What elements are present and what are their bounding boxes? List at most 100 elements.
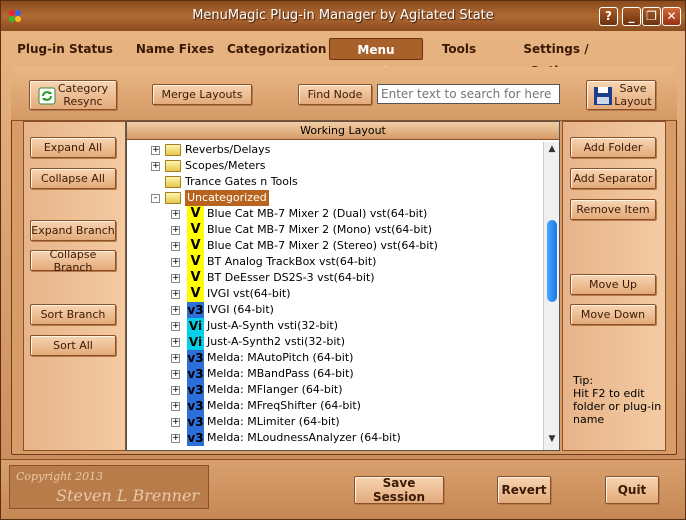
scroll-up-arrow-icon[interactable]: ▲ <box>547 144 557 154</box>
tab-categorization[interactable]: Categorization <box>227 38 326 60</box>
tab-name-fixes[interactable]: Name Fixes <box>133 38 217 60</box>
plugin-format-badge-icon: V <box>187 286 204 302</box>
plugin-format-badge-icon: v3 <box>187 430 204 446</box>
tree-plugin-row[interactable]: + Vi Just-A-Synth vsti(32-bit) <box>127 318 543 334</box>
remove-item-button[interactable]: Remove Item <box>570 199 656 220</box>
tree-plugin-row[interactable]: + V BT DeEsser DS2S-3 vst(64-bit) <box>127 270 543 286</box>
tree-item-label: IVGI (64-bit) <box>207 303 274 316</box>
find-node-button[interactable]: Find Node <box>298 84 372 105</box>
expand-all-button[interactable]: Expand All <box>30 137 116 158</box>
merge-layouts-button[interactable]: Merge Layouts <box>152 84 252 105</box>
tree-plugin-row[interactable]: + V Blue Cat MB-7 Mixer 2 (Mono) vst(64-bi… <box>127 222 543 238</box>
tab-menu-creation[interactable]: Menu Creation <box>329 38 423 79</box>
tree-plugin-row[interactable]: + V Blue Cat MB-7 Mixer 2 (Dual) vst(64-bi… <box>127 206 543 222</box>
tab-settings-options[interactable]: Settings / Options <box>497 38 615 78</box>
tree-scrollbar[interactable]: ▲ ▼ <box>543 142 559 450</box>
sort-branch-button[interactable]: Sort Branch <box>30 304 116 325</box>
tree-item-label: Blue Cat MB-7 Mixer 2 (Stereo) vst(64-bi… <box>207 239 438 252</box>
category-resync-button[interactable]: Category Resync <box>29 80 117 110</box>
save-layout-button[interactable]: Save Layout <box>586 80 656 110</box>
expand-node-icon[interactable]: + <box>171 210 180 219</box>
expand-branch-button[interactable]: Expand Branch <box>30 220 116 241</box>
tree-plugin-row[interactable]: + v3 Melda: MFlanger (64-bit) <box>127 382 543 398</box>
tree-item-label: BT Analog TrackBox vst(64-bit) <box>207 255 377 268</box>
tree-view[interactable]: + Reverbs/Delays + Scopes/Meters Trance Gate… <box>127 142 543 450</box>
tab-tools[interactable]: Tools <box>437 38 481 60</box>
plugin-format-badge-icon: v3 <box>187 366 204 382</box>
category-resync-label-1: Category <box>57 82 109 95</box>
expand-node-icon[interactable]: + <box>171 290 180 299</box>
folder-icon <box>165 176 181 188</box>
expand-node-icon[interactable]: + <box>171 386 180 395</box>
sort-all-button[interactable]: Sort All <box>30 335 116 356</box>
tree-plugin-row[interactable]: + v3 Melda: MAutoPitch (64-bit) <box>127 350 543 366</box>
scrollbar-thumb[interactable] <box>547 220 557 302</box>
window-title: MenuMagic Plug-in Manager by Agitated St… <box>192 8 494 23</box>
tree-plugin-row[interactable]: + V BT Analog TrackBox vst(64-bit) <box>127 254 543 270</box>
close-button[interactable]: ✕ <box>662 7 681 26</box>
expand-node-icon[interactable]: + <box>171 338 180 347</box>
expand-node-icon[interactable]: + <box>171 322 180 331</box>
expand-node-icon[interactable]: + <box>151 146 160 155</box>
help-button[interactable]: ? <box>599 7 618 26</box>
tree-plugin-row[interactable]: + v3 Melda: MLimiter (64-bit) <box>127 414 543 430</box>
folder-icon <box>165 144 181 156</box>
refresh-icon <box>38 87 56 105</box>
save-layout-label-2: Layout <box>614 95 652 108</box>
expand-node-icon[interactable]: + <box>171 370 180 379</box>
tree-item-label: Blue Cat MB-7 Mixer 2 (Mono) vst(64-bit) <box>207 223 433 236</box>
tree-plugin-row[interactable]: + v3 Melda: MBandPass (64-bit) <box>127 366 543 382</box>
quit-button[interactable]: Quit <box>605 476 659 504</box>
tree-item-label: IVGI vst(64-bit) <box>207 287 291 300</box>
tree-folder-row[interactable]: - Uncategorized <box>127 190 543 206</box>
expand-node-icon[interactable]: + <box>171 306 180 315</box>
expand-node-icon[interactable]: + <box>171 354 180 363</box>
tree-item-label: Scopes/Meters <box>185 159 266 172</box>
expand-node-icon[interactable]: + <box>171 242 180 251</box>
save-session-button[interactable]: Save Session <box>354 476 444 504</box>
copyright-author: Steven L Brenner <box>56 486 200 505</box>
scroll-down-arrow-icon[interactable]: ▼ <box>547 434 557 444</box>
move-up-button[interactable]: Move Up <box>570 274 656 295</box>
tree-plugin-row[interactable]: + V Blue Cat MB-7 Mixer 2 (Stereo) vst(64-… <box>127 238 543 254</box>
plugin-format-badge-icon: v3 <box>187 350 204 366</box>
move-down-button[interactable]: Move Down <box>570 304 656 325</box>
tree-item-label: Just-A-Synth2 vsti(32-bit) <box>207 335 345 348</box>
tip-line: Hit F2 to edit <box>573 387 645 400</box>
tree-item-label: Just-A-Synth vsti(32-bit) <box>207 319 338 332</box>
tip-line: name <box>573 413 605 426</box>
expand-node-icon[interactable]: + <box>171 418 180 427</box>
expand-node-icon[interactable]: + <box>171 274 180 283</box>
copyright-box: Copyright 2013 Steven L Brenner <box>9 465 209 509</box>
tree-folder-row[interactable]: Trance Gates n Tools <box>127 174 543 190</box>
title-bar[interactable]: MenuMagic Plug-in Manager by Agitated St… <box>1 1 685 31</box>
tab-plugin-status[interactable]: Plug-in Status <box>17 38 113 60</box>
expand-node-icon[interactable]: + <box>171 258 180 267</box>
expand-node-icon[interactable]: + <box>171 434 180 443</box>
tree-plugin-row[interactable]: + v3 IVGI (64-bit) <box>127 302 543 318</box>
expand-node-icon[interactable]: + <box>171 226 180 235</box>
restore-button[interactable]: ❐ <box>642 7 661 26</box>
tree-plugin-row[interactable]: + Vi Just-A-Synth2 vsti(32-bit) <box>127 334 543 350</box>
collapse-branch-button[interactable]: Collapse Branch <box>30 248 116 274</box>
plugin-format-badge-icon: Vi <box>187 318 204 334</box>
collapse-node-icon[interactable]: - <box>151 194 160 203</box>
tab-bar: Plug-in Status Name Fixes Categorization… <box>5 33 681 79</box>
plugin-format-badge-icon: V <box>187 254 204 270</box>
expand-node-icon[interactable]: + <box>151 162 160 171</box>
tree-folder-row[interactable]: + Reverbs/Delays <box>127 142 543 158</box>
collapse-all-button[interactable]: Collapse All <box>30 168 116 189</box>
revert-button[interactable]: Revert <box>497 476 551 504</box>
tree-plugin-row[interactable]: + v3 Melda: MLoudnessAnalyzer (64-bit) <box>127 430 543 446</box>
tree-plugin-row[interactable]: + v3 Melda: MFreqShifter (64-bit) <box>127 398 543 414</box>
category-resync-label-2: Resync <box>63 95 103 108</box>
tip-heading: Tip: <box>573 374 594 387</box>
add-separator-button[interactable]: Add Separator <box>570 168 656 189</box>
search-input[interactable] <box>377 84 560 104</box>
tree-folder-row[interactable]: + Scopes/Meters <box>127 158 543 174</box>
expand-node-icon[interactable]: + <box>171 402 180 411</box>
minimize-button[interactable]: _ <box>622 7 641 26</box>
add-folder-button[interactable]: Add Folder <box>570 137 656 158</box>
folder-icon <box>165 192 181 204</box>
tree-plugin-row[interactable]: + V IVGI vst(64-bit) <box>127 286 543 302</box>
